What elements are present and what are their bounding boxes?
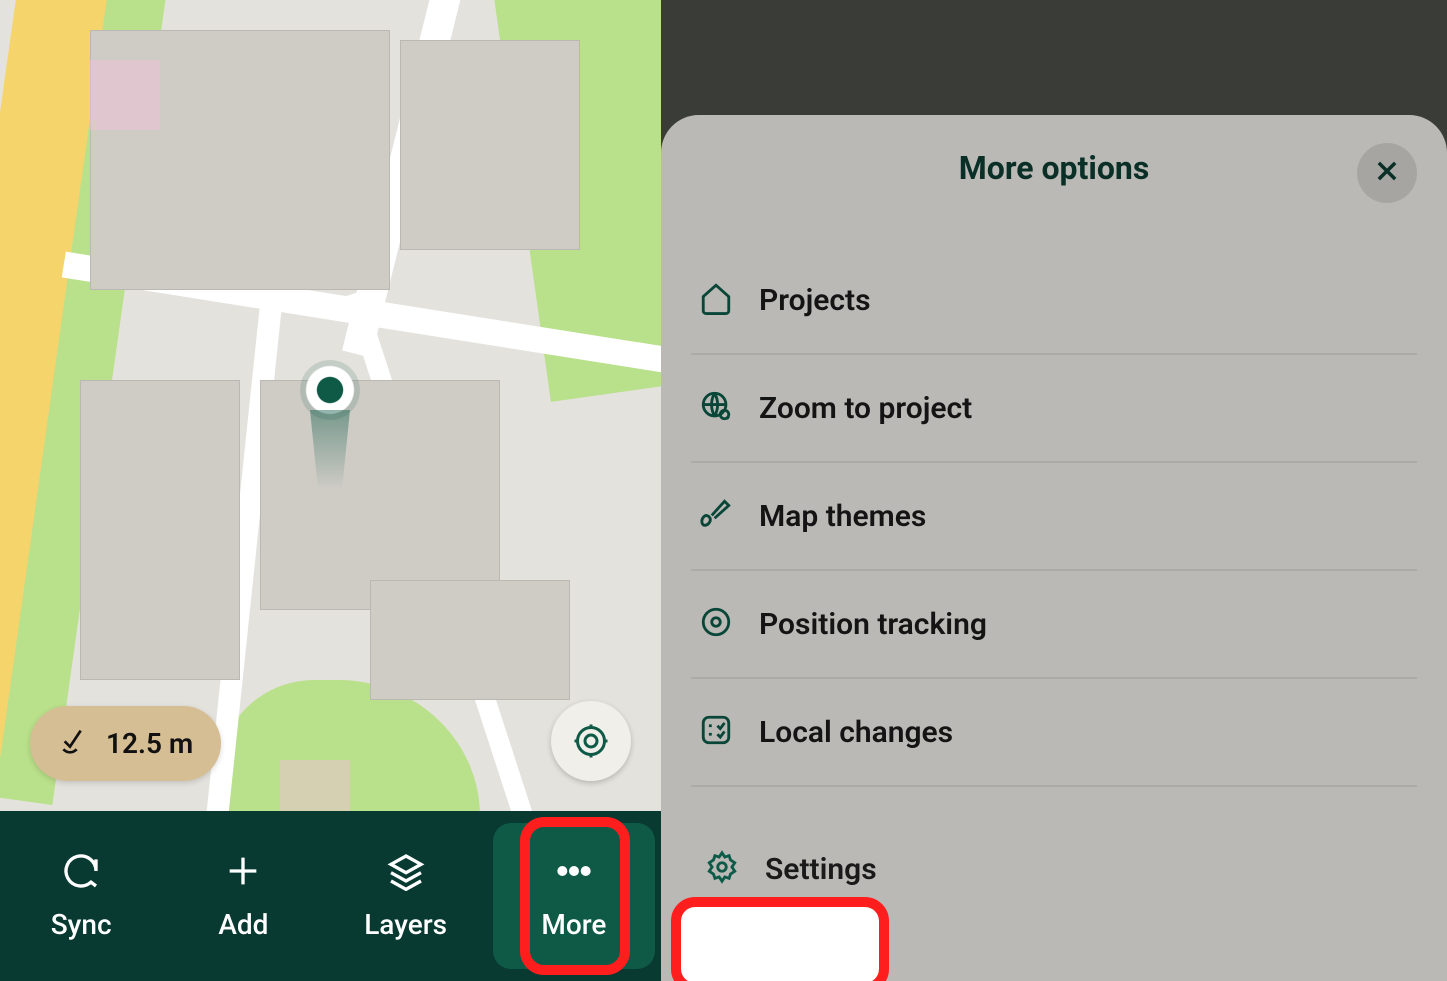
nav-layers-label: Layers [364, 908, 447, 941]
nav-more[interactable]: More [493, 823, 655, 969]
option-projects-label: Projects [759, 283, 871, 318]
nav-layers[interactable]: Layers [325, 811, 487, 981]
nav-add-label: Add [218, 908, 268, 941]
nav-sync[interactable]: Sync [0, 811, 162, 981]
home-icon [699, 281, 733, 319]
option-zoom-label: Zoom to project [759, 391, 972, 426]
bottom-nav: Sync Add Layers More [0, 811, 661, 981]
accuracy-value: 12.5 m [106, 727, 193, 760]
annotation-highlight-settings-bg [681, 907, 879, 981]
more-options-screen: More options Projects Zoom to project Ma… [661, 0, 1447, 981]
plus-icon [223, 851, 263, 898]
option-position-tracking[interactable]: Position tracking [691, 571, 1417, 679]
nav-sync-label: Sync [51, 908, 112, 941]
sheet-title: More options [691, 149, 1417, 187]
target-icon [699, 605, 733, 643]
option-local-changes-label: Local changes [759, 715, 953, 750]
nav-add[interactable]: Add [162, 811, 324, 981]
close-button[interactable] [1357, 143, 1417, 203]
current-location-marker [300, 360, 360, 420]
satellite-icon [58, 724, 90, 763]
option-projects[interactable]: Projects [691, 247, 1417, 355]
gear-icon [705, 850, 739, 888]
more-options-sheet: More options Projects Zoom to project Ma… [661, 115, 1447, 981]
option-zoom-to-project[interactable]: Zoom to project [691, 355, 1417, 463]
option-local-changes[interactable]: Local changes [691, 679, 1417, 787]
locate-button[interactable] [551, 701, 631, 781]
map-screen: 12.5 m Sync Add Layers More [0, 0, 661, 981]
close-icon [1373, 157, 1401, 189]
more-icon [554, 851, 594, 898]
layers-icon [386, 851, 426, 898]
options-list: Projects Zoom to project Map themes Posi… [691, 247, 1417, 941]
nav-more-label: More [541, 908, 606, 941]
checklist-icon [699, 713, 733, 751]
sync-icon [61, 851, 101, 898]
option-settings-label: Settings [765, 852, 877, 887]
globe-search-icon [699, 389, 733, 427]
accuracy-chip[interactable]: 12.5 m [30, 706, 221, 781]
option-map-themes[interactable]: Map themes [691, 463, 1417, 571]
brush-icon [699, 497, 733, 535]
option-tracking-label: Position tracking [759, 607, 987, 642]
option-themes-label: Map themes [759, 499, 926, 534]
